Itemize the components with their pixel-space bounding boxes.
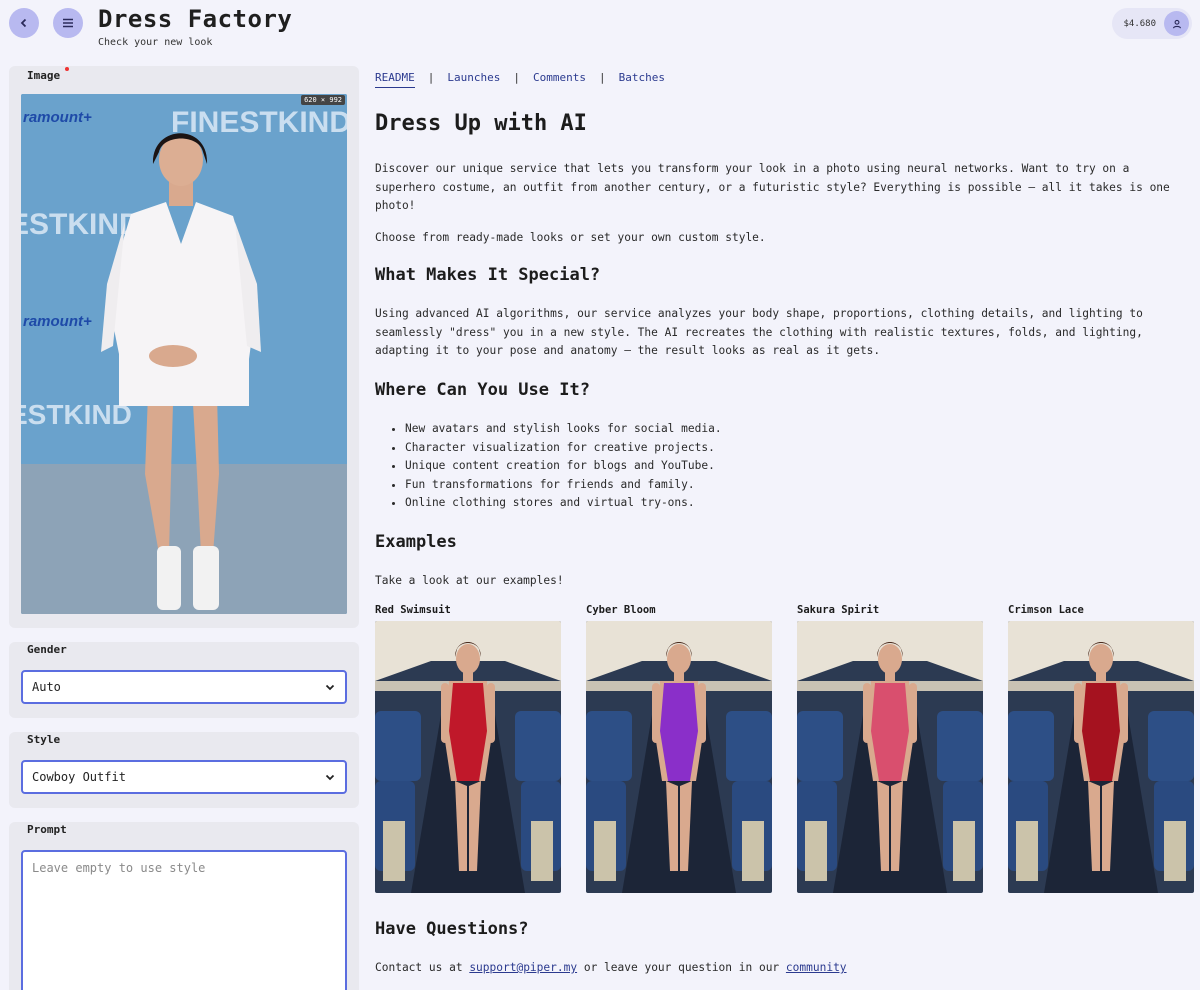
chevron-left-icon	[20, 18, 27, 28]
back-button[interactable]	[9, 8, 39, 38]
tab-bar: README | Launches | Comments | Batches	[375, 71, 665, 88]
tab-readme[interactable]: README	[375, 71, 415, 88]
example-title: Cyber Bloom	[586, 604, 656, 616]
style-select-value: Cowboy Outfit	[32, 770, 126, 784]
special-heading: What Makes It Special?	[375, 265, 601, 285]
community-link[interactable]: community	[786, 961, 847, 974]
style-label: Style	[27, 733, 61, 746]
svg-text:FINESTKIND: FINESTKIND	[171, 106, 347, 139]
user-icon	[1172, 19, 1181, 28]
image-size-badge: 620 × 992	[301, 95, 345, 105]
app-subtitle: Check your new look	[98, 37, 213, 48]
example-photo	[1008, 621, 1194, 893]
svg-text:ramount+: ramount+	[23, 109, 92, 126]
balance-pill[interactable]: $4.680	[1112, 8, 1192, 39]
list-item: Online clothing stores and virtual try-o…	[405, 494, 722, 513]
uses-heading: Where Can You Use It?	[375, 380, 590, 400]
profile-button[interactable]	[1164, 11, 1189, 36]
tab-separator: |	[513, 71, 520, 84]
examples-heading: Examples	[375, 532, 457, 552]
image-label: Image	[27, 69, 61, 82]
gender-select-value: Auto	[32, 680, 61, 694]
prompt-label: Prompt	[27, 823, 67, 836]
intro-paragraph: Discover our unique service that lets yo…	[375, 162, 1170, 213]
example-photo	[375, 621, 561, 893]
example-title: Red Swimsuit	[375, 604, 451, 616]
tab-separator: |	[427, 71, 435, 84]
contact-line: Contact us at support@piper.my or leave …	[375, 959, 1187, 978]
app-title: Dress Factory	[98, 5, 293, 33]
example-photo	[586, 621, 772, 893]
example-title: Crimson Lace	[1008, 604, 1084, 616]
prompt-input[interactable]	[21, 850, 347, 990]
style-select[interactable]: Cowboy Outfit	[21, 760, 347, 794]
special-paragraph: Using advanced AI algorithms, our servic…	[375, 307, 1143, 358]
list-item: New avatars and stylish looks for social…	[405, 420, 722, 439]
tab-launches[interactable]: Launches	[447, 71, 500, 88]
example-image[interactable]	[586, 621, 772, 893]
example-image[interactable]	[375, 621, 561, 893]
svg-text:ramount+: ramount+	[23, 313, 92, 330]
example-photo	[797, 621, 983, 893]
examples-paragraph: Take a look at our examples!	[375, 574, 564, 587]
uploaded-image[interactable]: FINESTKIND ESTKIND ESTKIND ramount+ ramo…	[21, 94, 347, 614]
balance-amount: $4.680	[1123, 18, 1156, 29]
tab-batches[interactable]: Batches	[619, 71, 665, 88]
uses-list: New avatars and stylish looks for social…	[393, 420, 722, 513]
email-link[interactable]: support@piper.my	[469, 961, 577, 974]
contact-middle: or leave your question in our	[583, 961, 780, 974]
hamburger-icon	[63, 18, 73, 28]
intro-paragraph-2: Choose from ready-made looks or set your…	[375, 231, 766, 244]
gender-label: Gender	[27, 643, 67, 656]
menu-button[interactable]	[53, 8, 83, 38]
required-indicator	[65, 67, 69, 71]
readme-title: Dress Up with AI	[375, 111, 587, 136]
list-item: Fun transformations for friends and fami…	[405, 476, 722, 495]
contact-prefix: Contact us at	[375, 961, 463, 974]
questions-heading: Have Questions?	[375, 919, 529, 939]
gender-select[interactable]: Auto	[21, 670, 347, 704]
example-title: Sakura Spirit	[797, 604, 880, 616]
example-image[interactable]	[1008, 621, 1194, 893]
chevron-down-icon	[325, 774, 335, 781]
list-item: Unique content creation for blogs and Yo…	[405, 457, 722, 476]
example-image[interactable]	[797, 621, 983, 893]
svg-text:ESTKIND: ESTKIND	[21, 399, 132, 430]
person-photo: FINESTKIND ESTKIND ESTKIND ramount+ ramo…	[21, 94, 347, 614]
tab-comments[interactable]: Comments	[533, 71, 586, 88]
tab-separator: |	[598, 71, 606, 84]
list-item: Character visualization for creative pro…	[405, 439, 722, 458]
chevron-down-icon	[325, 684, 335, 691]
